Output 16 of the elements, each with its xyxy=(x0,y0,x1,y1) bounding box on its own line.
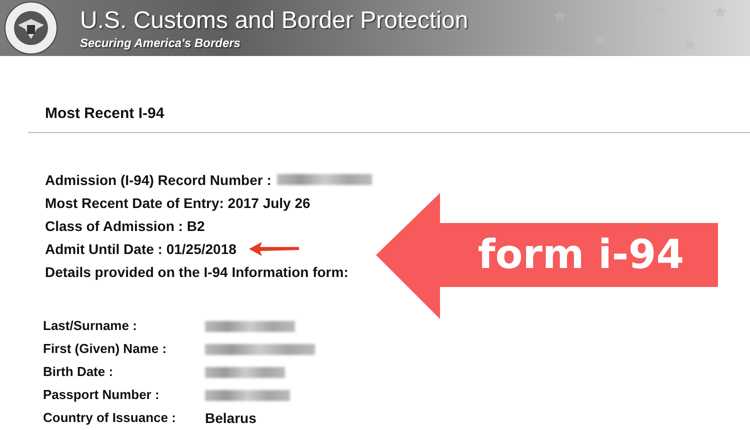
record-field: Admit Until Date : 01/25/2018 xyxy=(45,240,236,256)
record-field: Details provided on the I-94 Information form: xyxy=(45,264,348,280)
field-label: Passport Number : xyxy=(43,387,160,403)
field-label: Last/Surname : xyxy=(43,318,138,334)
record-field: Most Recent Date of Entry: 2017 July 26 xyxy=(45,194,310,210)
agency-tagline: Securing America's Borders xyxy=(80,36,242,50)
record-field: Admission (I-94) Record Number : xyxy=(45,172,272,188)
field-label: Birth Date : xyxy=(43,364,114,380)
callout-text: form i-94 xyxy=(478,232,684,278)
field-label: First (Given) Name : xyxy=(43,341,168,357)
agency-title: U.S. Customs and Border Protection xyxy=(80,6,468,34)
eagle-seal-icon xyxy=(4,1,58,55)
record-field: Class of Admission : B2 xyxy=(45,218,205,234)
field-label: Country of Issuance : xyxy=(43,410,177,426)
field-value: Belarus xyxy=(205,410,258,426)
section-title: Most Recent I-94 xyxy=(45,105,166,124)
